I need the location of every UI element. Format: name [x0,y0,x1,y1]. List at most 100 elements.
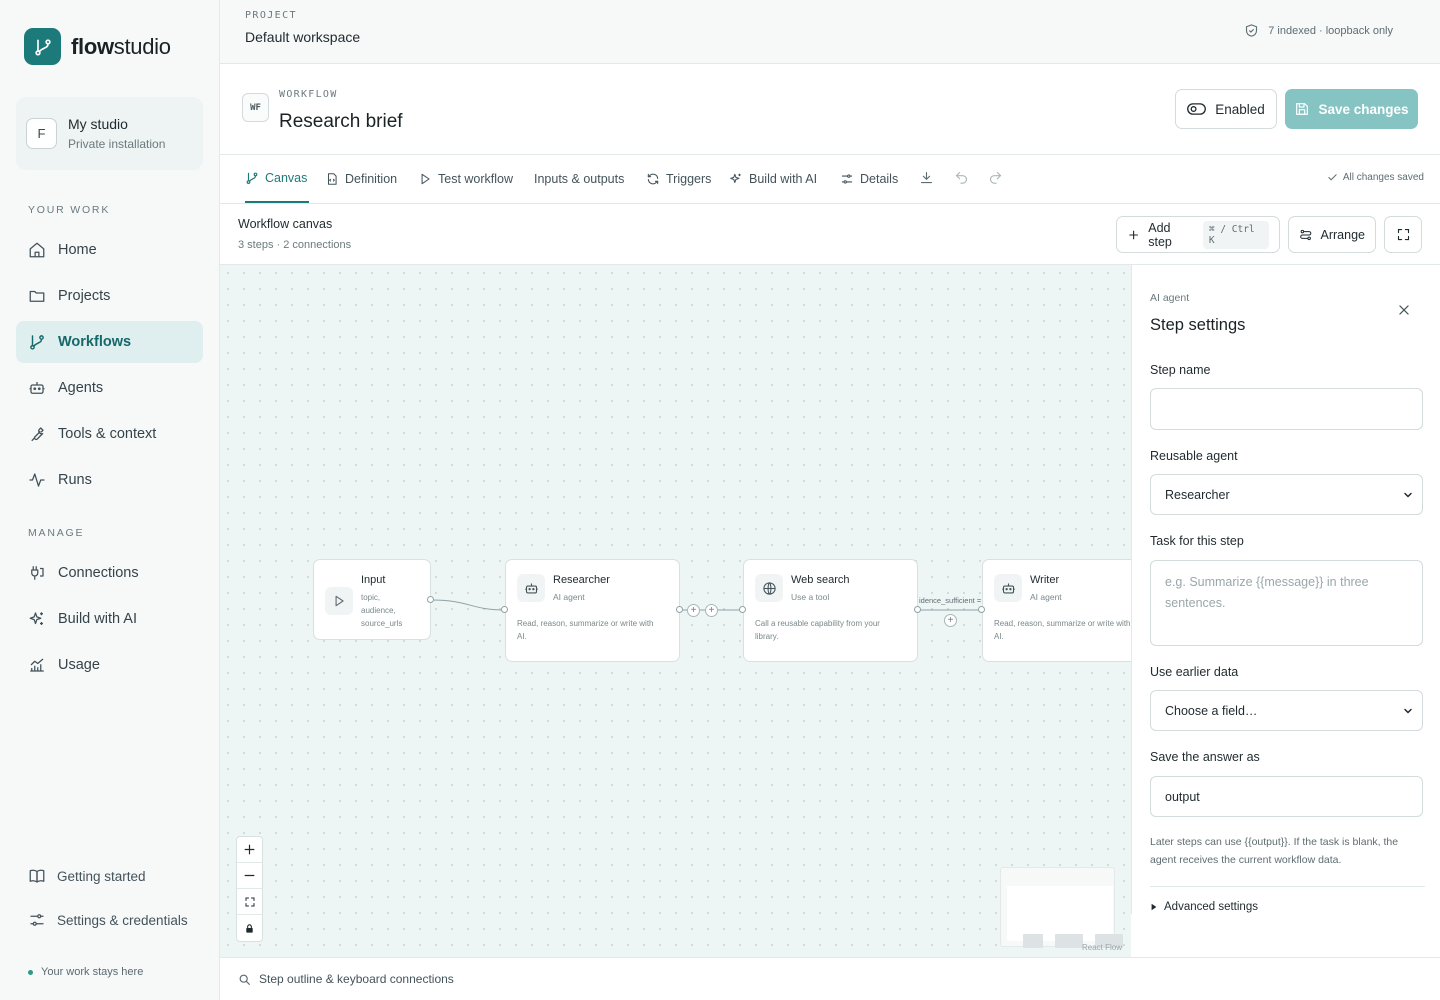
close-panel-button[interactable] [1397,303,1411,322]
robot-icon [994,574,1022,602]
node-type: AI agent [553,592,585,602]
workflow-canvas[interactable]: Input topic, audience, source_urls Resea… [220,265,1131,957]
canvas-title: Workflow canvas [238,217,333,231]
undo-button[interactable] [954,170,969,190]
input-handle[interactable] [739,606,746,613]
download-icon [920,171,933,184]
nav-item-workflows[interactable]: Workflows [16,321,203,363]
save-as-input[interactable]: output [1150,776,1423,817]
add-step-button[interactable]: Add step ⌘ / Ctrl K [1116,216,1280,253]
caret-right-icon [1151,903,1157,911]
nav-item-connections[interactable]: Connections [16,552,203,594]
arrange-button[interactable]: Arrange [1288,216,1376,253]
index-status: 7 indexed · loopback only [1244,23,1393,38]
nav-item-tools[interactable]: Tools & context [16,413,203,455]
tab-test-workflow[interactable]: Test workflow [418,155,513,203]
step-name-input[interactable] [1150,388,1423,430]
index-status-text: 7 indexed · loopback only [1268,24,1393,37]
lock-button[interactable] [237,915,262,941]
node-description: Read, reason, summarize or write with AI… [994,619,1131,641]
task-textarea[interactable]: e.g. Summarize {{message}} in three sent… [1150,560,1423,646]
nav-item-projects[interactable]: Projects [16,275,203,317]
project-name[interactable]: Default workspace [245,29,360,45]
input-handle[interactable] [978,606,985,613]
node-writer[interactable]: Writer AI agent Read, reason, summarize … [982,559,1131,662]
reusable-agent-value: Researcher [1165,487,1230,502]
lock-icon [246,923,253,933]
play-icon [325,587,353,615]
getting-started-label: Getting started [57,868,146,884]
arrange-label: Arrange [1320,227,1365,242]
output-handle[interactable] [427,596,434,603]
shield-check-icon [1246,24,1258,37]
enabled-toggle-button[interactable]: Enabled [1175,89,1277,129]
insert-step-button[interactable]: + [705,604,718,617]
fit-view-button[interactable] [237,889,262,915]
nav-item-label: Projects [58,288,111,304]
node-title: Web search [791,574,850,586]
nav-item-usage[interactable]: Usage [16,644,203,686]
refresh-icon [647,173,659,185]
fullscreen-icon [1397,228,1409,241]
nav-item-agents[interactable]: Agents [16,367,203,409]
tab-triggers[interactable]: Triggers [646,155,711,203]
advanced-settings-toggle[interactable]: Advanced settings [1150,901,1258,913]
tab-canvas[interactable]: Canvas [245,155,310,203]
nav-item-label: Agents [58,380,104,396]
zoom-in-button[interactable] [237,837,262,863]
input-handle[interactable] [501,606,508,613]
reusable-agent-label: Reusable agent [1150,449,1238,463]
minimap-node [1023,934,1043,948]
branch-icon [30,335,44,350]
nav-item-runs[interactable]: Runs [16,459,203,501]
save-status-text: All changes saved [1342,172,1424,183]
insert-step-button[interactable]: + [687,604,700,617]
plus-icon [244,844,255,855]
getting-started-link[interactable]: Getting started [28,867,146,885]
edge-input-researcher[interactable] [430,599,506,611]
step-outline-button[interactable]: Step outline & keyboard connections [238,972,454,986]
workflow-label: WORKFLOW [279,89,338,100]
output-handle[interactable] [914,606,921,613]
book-icon [29,869,45,883]
fullscreen-button[interactable] [1384,216,1422,253]
react-flow-attribution[interactable]: React Flow [1082,943,1122,952]
tab-label: Build with AI [749,172,818,186]
settings-link[interactable]: Settings & credentials [28,911,188,929]
nav-item-label: Runs [58,472,92,488]
zoom-out-button[interactable] [237,863,262,889]
reusable-agent-select[interactable]: Researcher [1150,474,1423,515]
tab-details[interactable]: Details [840,155,898,203]
edge-condition-label[interactable]: idence_sufficient = [919,596,982,605]
redo-button[interactable] [988,170,1003,190]
download-button[interactable] [919,170,934,190]
node-input[interactable]: Input topic, audience, source_urls [313,559,431,640]
insert-step-button[interactable]: + [944,614,957,627]
workflow-title[interactable]: Research brief [279,111,403,133]
undo-icon [955,171,968,184]
brand[interactable]: flowstudio [24,28,171,65]
tab-inputs-outputs[interactable]: Inputs & outputs [534,155,624,203]
folder-icon [29,290,45,302]
project-label: PROJECT [245,10,297,21]
node-researcher[interactable]: Researcher AI agent Read, reason, summar… [505,559,680,662]
nav-item-build-with-ai[interactable]: Build with AI [16,598,203,640]
arrange-icon [1300,229,1312,240]
studio-switcher[interactable]: F My studio Private installation [16,97,203,170]
sliders-icon [841,174,853,184]
node-type: AI agent [1030,592,1062,602]
wrench-icon [31,427,44,442]
save-changes-button[interactable]: Save changes [1285,89,1418,129]
minimap[interactable] [1000,867,1123,948]
node-web-search[interactable]: Web search Use a tool Call a reusable ca… [743,559,918,662]
sparkles-icon [29,612,43,625]
brand-logo-icon [24,28,61,65]
settings-label: Settings & credentials [57,912,188,928]
studio-title: My studio [68,116,128,132]
robot-icon [517,574,545,602]
tab-definition[interactable]: Definition [325,155,397,203]
tab-build-with-ai[interactable]: Build with AI [729,155,817,203]
nav-item-home[interactable]: Home [16,229,203,271]
output-handle[interactable] [676,606,683,613]
earlier-data-select[interactable]: Choose a field… [1150,690,1423,731]
